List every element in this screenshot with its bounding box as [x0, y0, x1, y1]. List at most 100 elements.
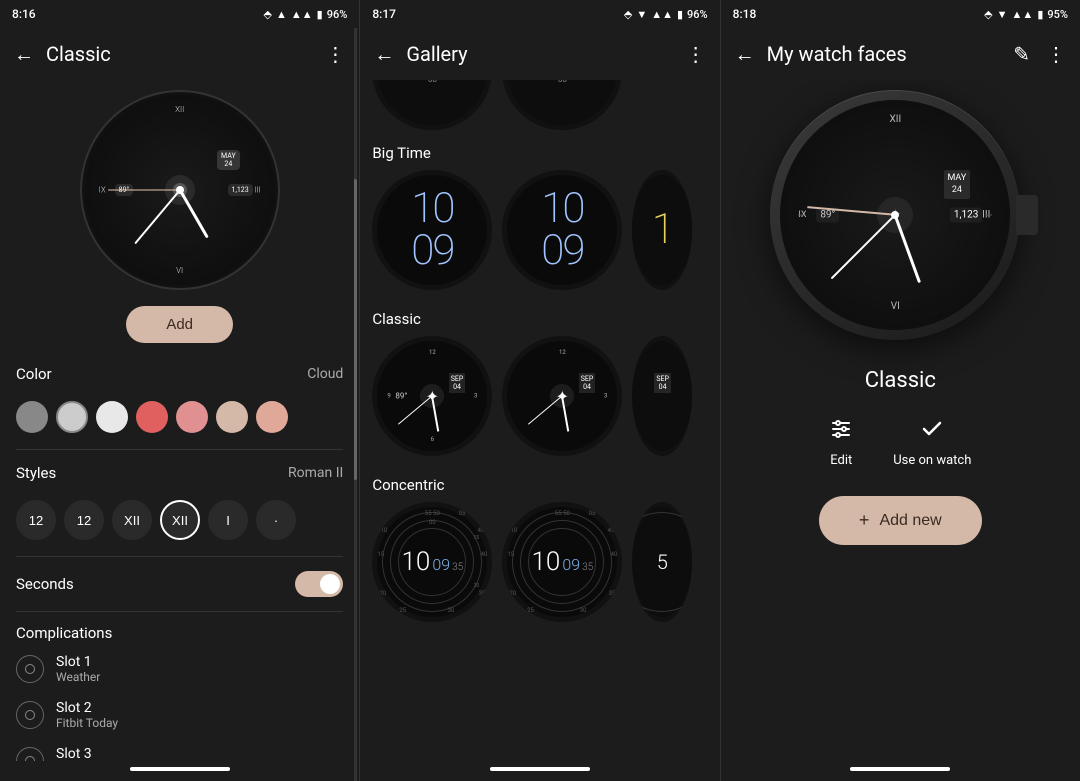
second-hand	[108, 190, 180, 191]
bigtime-watch-3-partial[interactable]: 1	[632, 170, 692, 290]
section-bigtime: Big Time	[372, 134, 707, 170]
time-2: 8:17	[372, 7, 396, 21]
edit-icon-3[interactable]: ✎	[1013, 42, 1030, 66]
minute-hand	[134, 189, 181, 244]
top-bar-icons-1: ⋮	[325, 42, 345, 66]
bigtime-face-2: 10 09	[541, 188, 583, 272]
slot-3-text: Slot 3 Date and month	[56, 746, 141, 761]
menu-button-3[interactable]: ⋮	[1046, 42, 1066, 66]
bluetooth-icon-2: ⬘	[624, 8, 632, 21]
page-title-2: Gallery	[406, 42, 673, 66]
slot-1-text: Slot 1 Weather	[56, 654, 100, 684]
panel-classic: 8:16 ⬘ ▲ ▲▲ ▮ 96% ← Classic ⋮ XII III VI…	[0, 0, 360, 781]
my-faces-content: XII III VI IX 89° 1,123 MAY24 ✦	[721, 80, 1080, 761]
gallery-top-partial: 9 ♥ 68 3 ♥ 68	[372, 80, 707, 134]
settings-content[interactable]: Color Cloud Styles Roman II 12 12 XII XI…	[0, 355, 359, 761]
menu-button-2[interactable]: ⋮	[686, 42, 706, 66]
home-bar-line-3	[850, 767, 950, 771]
top-bar-3: ← My watch faces ✎ ⋮	[721, 28, 1080, 80]
complications-title: Complications	[16, 616, 343, 646]
style-dot[interactable]: ·	[256, 500, 296, 540]
menu-button-1[interactable]: ⋮	[325, 42, 345, 66]
color-label: Color	[16, 365, 52, 383]
swatch-lightgray[interactable]	[56, 401, 88, 433]
watch-name-large: Classic	[865, 360, 936, 409]
seconds-row: Seconds	[16, 561, 343, 607]
page-title-1: Classic	[46, 42, 313, 66]
slot-1-name: Slot 1	[56, 654, 100, 670]
bigtime-watch-2[interactable]: 10 09	[502, 170, 622, 290]
swatch-gray[interactable]	[16, 401, 48, 433]
tick-9	[798, 215, 804, 216]
style-xii-2[interactable]: XII	[160, 500, 200, 540]
scroll-thumb-1	[354, 179, 357, 480]
large-minute-hand	[831, 214, 896, 279]
add-btn-container: Add	[0, 298, 359, 355]
slot-1-icon-inner	[25, 664, 35, 674]
large-watch-center	[891, 211, 899, 219]
add-new-button[interactable]: + Add new	[819, 496, 982, 545]
watch-hands	[85, 95, 275, 285]
wifi-icon: ▲	[276, 8, 287, 21]
slot-1-item[interactable]: Slot 1 Weather	[16, 646, 343, 692]
concentric-watch-1[interactable]: 55 50 45 40 35 30 25 20 15 10 05 00 55 3…	[372, 502, 492, 622]
style-12-1[interactable]: 12	[16, 500, 56, 540]
main-watch-preview: XII III VI IX 89° 1,123 MAY24 ✦	[770, 90, 1030, 350]
home-bar-line-2	[490, 767, 590, 771]
use-on-watch-action[interactable]: Use on watch	[893, 417, 971, 468]
color-swatches	[16, 393, 343, 445]
divider-styles	[16, 556, 343, 557]
top-bar-icons-3: ✎ ⋮	[1013, 42, 1066, 66]
slot-3-item[interactable]: Slot 3 Date and month	[16, 738, 343, 761]
panel-my-watch-faces: 8:18 ⬘ ▼ ▲▲ ▮ 95% ← My watch faces ✎ ⋮ X…	[721, 0, 1080, 781]
home-bar-2	[360, 761, 719, 781]
bigtime-face-1: 10 09	[411, 188, 453, 272]
swatch-lightred[interactable]	[176, 401, 208, 433]
style-xii-1[interactable]: XII	[112, 500, 152, 540]
bigtime-watch-1[interactable]: 10 09	[372, 170, 492, 290]
edit-action[interactable]: Edit	[829, 417, 853, 468]
concentric-watch-2[interactable]: 55 50 45 40 35 30 25 20 15 10 05 10 09	[502, 502, 622, 622]
battery-icon-2: ▮	[677, 8, 683, 21]
swatch-cloud[interactable]	[216, 401, 248, 433]
back-button-2[interactable]: ←	[374, 42, 394, 67]
sliders-icon	[829, 417, 853, 447]
style-i[interactable]: I	[208, 500, 248, 540]
time-3: 8:18	[733, 7, 757, 21]
large-date: MAY24	[944, 170, 971, 199]
slot-2-name: Slot 2	[56, 700, 118, 716]
style-12-2[interactable]: 12	[64, 500, 104, 540]
hour-hand	[178, 189, 208, 238]
style-buttons: 12 12 XII XII I ·	[16, 492, 343, 552]
swatch-red[interactable]	[136, 401, 168, 433]
toggle-knob	[320, 574, 340, 594]
large-steps: 1,123	[950, 208, 982, 223]
gallery-row-concentric: 55 50 45 40 35 30 25 20 15 10 05 00 55 3…	[372, 502, 707, 632]
add-button[interactable]: Add	[126, 306, 233, 343]
swatch-white[interactable]	[96, 401, 128, 433]
slot-2-text: Slot 2 Fitbit Today	[56, 700, 118, 730]
back-button-3[interactable]: ←	[735, 42, 755, 67]
color-row: Color Cloud	[16, 355, 343, 393]
battery-percent-1: 96%	[327, 8, 348, 21]
color-value: Cloud	[307, 366, 343, 382]
section-classic: Classic	[372, 300, 707, 336]
swatch-salmon[interactable]	[256, 401, 288, 433]
seconds-toggle[interactable]	[295, 571, 343, 597]
status-icons-3: ⬘ ▼ ▲▲ ▮ 95%	[984, 8, 1068, 21]
main-watch-outer: XII III VI IX 89° 1,123 MAY24 ✦	[770, 90, 1020, 340]
classic-watch-2[interactable]: 12 3 SEP04 ✦	[502, 336, 622, 456]
home-bar-line-1	[130, 767, 230, 771]
classic-watch-3-partial[interactable]: SEP04	[632, 336, 692, 456]
slot-2-item[interactable]: Slot 2 Fitbit Today	[16, 692, 343, 738]
back-button-1[interactable]: ←	[14, 42, 34, 67]
bluetooth-icon-3: ⬘	[984, 8, 992, 21]
edit-label: Edit	[830, 453, 852, 468]
gallery-content[interactable]: 9 ♥ 68 3 ♥ 68 Big Time	[360, 80, 719, 761]
watch-band-right	[1016, 195, 1038, 235]
tick-3	[986, 215, 992, 216]
signal-icon: ▲▲	[291, 8, 313, 21]
concentric-watch-3-partial[interactable]: 5	[632, 502, 692, 622]
watch-actions: Edit Use on watch	[829, 409, 971, 488]
classic-watch-1[interactable]: 12 3 6 9 89° SEP04 ✦	[372, 336, 492, 456]
